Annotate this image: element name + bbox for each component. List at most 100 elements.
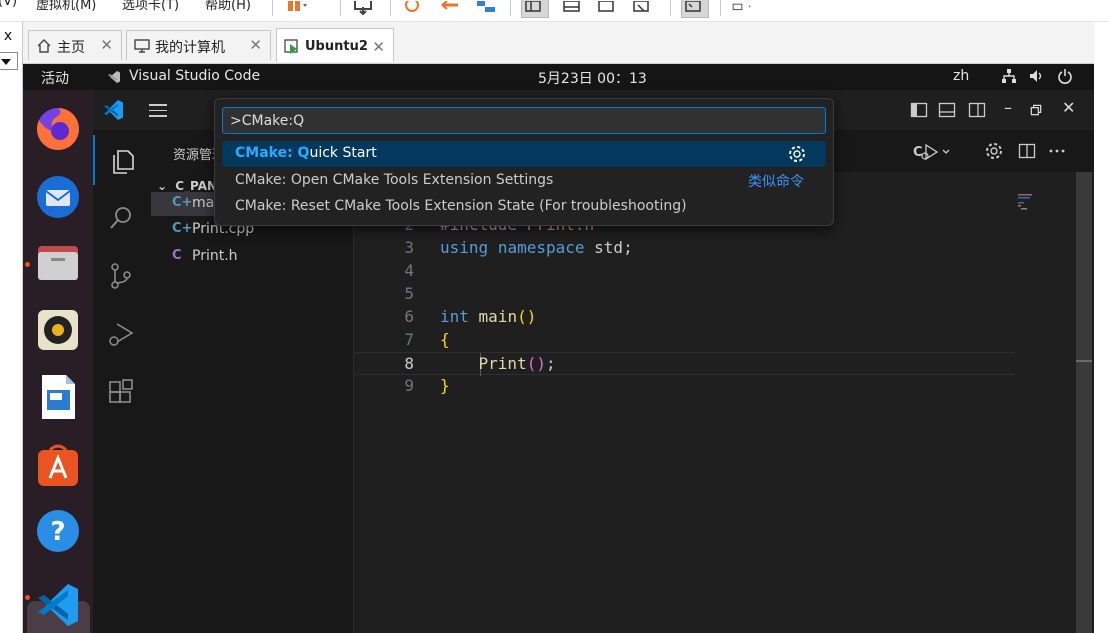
- send-keys-icon[interactable]: [352, 0, 374, 16]
- close-icon[interactable]: ✕: [372, 38, 385, 56]
- command-item-quick-start[interactable]: CMake: Quick Start: [222, 141, 826, 167]
- screen: (V) 虚拟机(M) 选项卡(T) 帮助(H): [0, 0, 1109, 633]
- code-text: Print();: [478, 354, 556, 373]
- tab-label: 我的计算机: [155, 40, 225, 56]
- console-view-icon[interactable]: [681, 0, 709, 18]
- extensions-icon[interactable]: [93, 366, 151, 416]
- snapshot-manager-icon[interactable]: [475, 0, 497, 14]
- toggle-primary-sidebar-icon[interactable]: [910, 101, 928, 119]
- stretch-guest-icon[interactable]: [732, 0, 772, 14]
- command-label: CMake: Quick Start: [235, 145, 377, 161]
- code-text: int main(): [440, 307, 537, 326]
- app-center-icon[interactable]: [33, 440, 83, 490]
- search-icon[interactable]: [93, 192, 151, 242]
- host-library-panel: x: [0, 22, 23, 633]
- tab-home[interactable]: 主页 ✕: [28, 30, 122, 60]
- host-right-border: [1094, 22, 1109, 633]
- minimize-button[interactable]: –: [1004, 98, 1012, 117]
- close-icon[interactable]: ✕: [249, 36, 262, 54]
- restore-button[interactable]: [1029, 102, 1047, 120]
- vscode-icon[interactable]: [34, 580, 84, 630]
- file-item-print-h[interactable]: C Print.h: [151, 245, 354, 269]
- host-menu-tabs[interactable]: 选项卡(T): [122, 0, 179, 13]
- toolbar-separator: [390, 0, 391, 16]
- close-window-button[interactable]: ✕: [1062, 98, 1075, 117]
- command-palette: CMake: Quick Start CMake: Open CMake Too…: [214, 98, 834, 226]
- run-cpp-icon[interactable]: C: [913, 142, 953, 161]
- computer-icon: [134, 38, 150, 54]
- command-item-reset-state[interactable]: CMake: Reset CMake Tools Extension State…: [222, 194, 826, 220]
- tab-my-computer[interactable]: 我的计算机 ✕: [126, 30, 271, 60]
- source-control-icon[interactable]: [93, 250, 151, 300]
- ubuntu-dock: ?: [23, 90, 93, 633]
- revert-snapshot-icon[interactable]: [440, 0, 462, 14]
- running-indicator: [25, 595, 30, 600]
- code-line: 9 }: [355, 375, 1015, 398]
- command-label: CMake: Reset CMake Tools Extension State…: [235, 198, 687, 214]
- code-line: 5: [355, 283, 1015, 306]
- volume-icon[interactable]: [1028, 68, 1044, 84]
- library-dropdown[interactable]: [0, 52, 18, 70]
- activities-button[interactable]: 活动: [41, 68, 69, 88]
- network-icon[interactable]: [1001, 68, 1017, 84]
- show-library-icon[interactable]: [521, 0, 549, 18]
- gear-icon[interactable]: [788, 145, 806, 163]
- command-palette-input[interactable]: [222, 107, 826, 134]
- line-number: 8: [404, 354, 414, 373]
- code-line: 6 int main(): [355, 306, 1015, 329]
- minimap[interactable]: [1018, 192, 1040, 222]
- toolbar-separator: [720, 0, 721, 16]
- pause-icon[interactable]: [286, 0, 308, 14]
- close-icon[interactable]: ✕: [100, 36, 113, 54]
- toggle-panel-icon[interactable]: [938, 101, 956, 119]
- focused-app-name[interactable]: Visual Studio Code: [129, 68, 260, 84]
- more-actions-icon[interactable]: [1048, 142, 1066, 160]
- gnome-top-bar: 活动 Visual Studio Code 5月23日 00：13 zh: [23, 64, 1094, 90]
- input-method-indicator[interactable]: zh: [953, 68, 969, 84]
- folder-name: C_PAN: [175, 179, 218, 193]
- code-line: 7 {: [355, 329, 1015, 352]
- help-icon[interactable]: ?: [33, 506, 83, 556]
- code-text: }: [440, 376, 450, 395]
- editor-scrollbar[interactable]: [1076, 172, 1092, 633]
- explorer-icon[interactable]: [93, 135, 151, 185]
- activity-bar: [93, 130, 151, 633]
- clock[interactable]: 5月23日 00：13: [538, 68, 647, 88]
- snapshot-icon[interactable]: [402, 0, 424, 14]
- cpp-file-icon: C+: [172, 221, 193, 236]
- code-line: 3 using namespace std;: [355, 237, 1015, 260]
- split-editor-icon[interactable]: [1018, 142, 1036, 160]
- files-icon[interactable]: [33, 238, 83, 288]
- unity-mode-icon[interactable]: [630, 0, 652, 14]
- run-and-debug-icon[interactable]: [93, 308, 151, 358]
- tab-ubuntu2[interactable]: Ubuntu2 ✕: [276, 28, 394, 62]
- libreoffice-writer-icon[interactable]: [33, 372, 83, 422]
- vscode-small-icon: [107, 70, 121, 84]
- tab-label: 主页: [57, 40, 85, 56]
- code-text: {: [440, 330, 450, 349]
- command-item-open-settings[interactable]: CMake: Open CMake Tools Extension Settin…: [222, 168, 826, 194]
- tab-label: Ubuntu2: [305, 39, 368, 54]
- firefox-icon[interactable]: [33, 104, 83, 154]
- full-screen-icon[interactable]: [595, 0, 617, 14]
- vscode-logo-icon: [103, 99, 125, 121]
- line-number: 6: [404, 307, 414, 326]
- menu-icon[interactable]: [149, 104, 167, 121]
- workspace-folder[interactable]: ⌄ C_PAN: [157, 179, 217, 193]
- thumbnail-bar-icon[interactable]: [561, 0, 583, 14]
- line-number: 4: [404, 261, 414, 280]
- gear-icon[interactable]: [985, 142, 1003, 160]
- current-code-line: 8 Print();: [355, 352, 1015, 376]
- close-library-button[interactable]: x: [0, 28, 16, 44]
- chevron-down-icon: ⌄: [157, 179, 168, 193]
- command-label: CMake: Open CMake Tools Extension Settin…: [235, 172, 554, 188]
- host-tab-bar: 主页 ✕ 我的计算机 ✕ Ubuntu2 ✕: [23, 22, 1094, 64]
- power-icon[interactable]: [1057, 68, 1073, 84]
- host-menu-vm[interactable]: 虚拟机(M): [36, 0, 96, 13]
- toolbar-separator: [340, 0, 341, 16]
- thunderbird-icon[interactable]: [33, 172, 83, 222]
- host-menu-view[interactable]: (V): [0, 0, 17, 9]
- toggle-secondary-sidebar-icon[interactable]: [968, 101, 986, 119]
- host-menu-help[interactable]: 帮助(H): [205, 0, 251, 13]
- rhythmbox-icon[interactable]: [33, 305, 83, 355]
